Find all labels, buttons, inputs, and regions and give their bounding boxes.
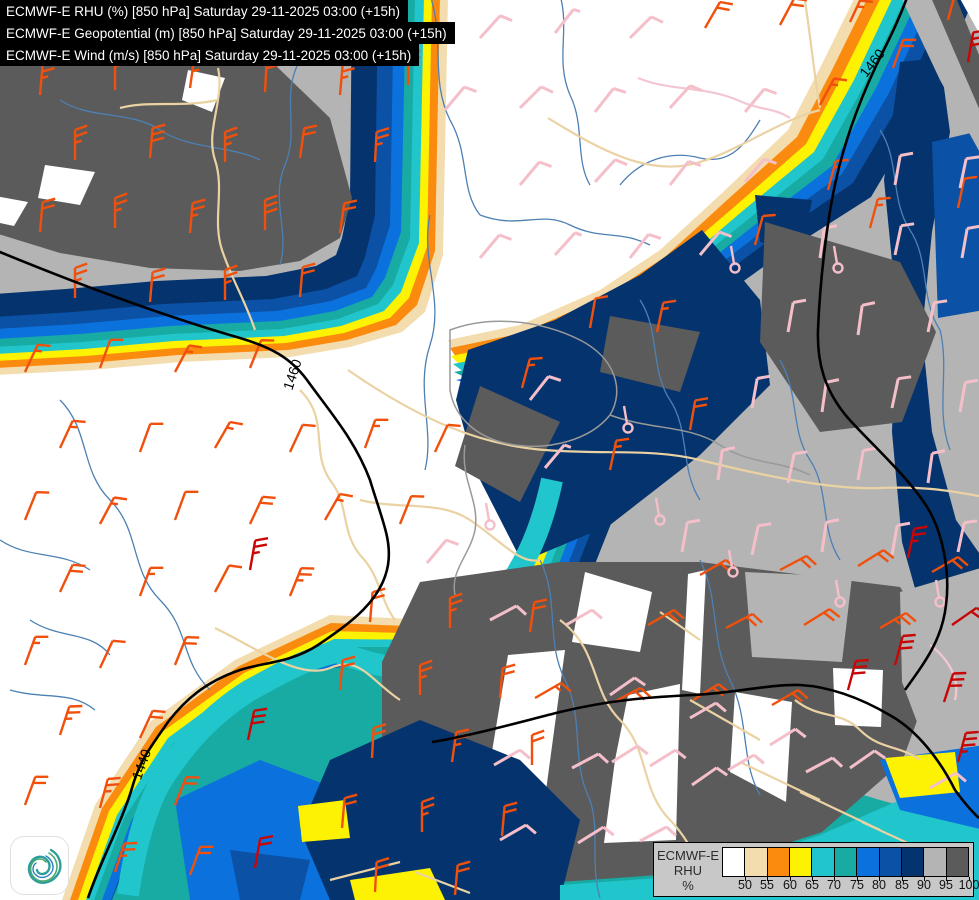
legend-swatch-95	[923, 847, 947, 877]
legend-tick-label-60: 60	[783, 878, 797, 892]
legend-swatch-60	[766, 847, 791, 877]
legend-swatch-row	[722, 847, 969, 877]
legend-swatch-70	[811, 847, 835, 877]
legend-swatch-75	[833, 847, 858, 877]
legend-tick-label-55: 55	[760, 878, 774, 892]
legend-model: ECMWF-E	[656, 848, 720, 863]
title-line-geopotential: ECMWF-E Geopotential (m) [850 hPa] Satur…	[0, 22, 455, 44]
legend-swatch-50	[722, 847, 746, 877]
legend-swatch-100	[945, 847, 969, 877]
legend-param: RHU	[673, 863, 703, 878]
legend-tick-label-95: 95	[939, 878, 953, 892]
legend-swatch-65	[789, 847, 813, 877]
legend-tick-label-75: 75	[850, 878, 864, 892]
legend-swatch-85	[878, 847, 902, 877]
legend-tick-label-70: 70	[827, 878, 841, 892]
legend-label: ECMWF-E RHU %	[654, 843, 722, 896]
title-line-wind: ECMWF-E Wind (m/s) [850 hPa] Saturday 29…	[0, 44, 420, 66]
app-logo	[11, 837, 68, 894]
rh-map-canvas: 146014401460	[0, 0, 979, 900]
legend-tick-label-65: 65	[805, 878, 819, 892]
legend-tick-label-85: 85	[895, 878, 909, 892]
legend-swatch-80	[856, 847, 880, 877]
legend-color-scale: 50 55 60 65 70 75 80 85 90 95 100	[722, 843, 979, 896]
legend-tick-label-80: 80	[872, 878, 886, 892]
legend-unit: %	[682, 878, 694, 893]
spiral-logo-icon	[27, 848, 62, 884]
legend-tick-label-100: 100	[958, 878, 979, 892]
legend-swatch-90	[900, 847, 925, 877]
legend-swatch-55	[744, 847, 768, 877]
title-line-rhu: ECMWF-E RHU (%) [850 hPa] Saturday 29-11…	[0, 0, 409, 22]
legend-tick-label-50: 50	[738, 878, 752, 892]
legend-tick-label-90: 90	[917, 878, 931, 892]
weather-map-screen: 1460 1440 1460 ECMWF-E RHU (%) [850 hPa] S…	[0, 0, 979, 900]
title-block: ECMWF-E RHU (%) [850 hPa] Saturday 29-11…	[0, 0, 455, 66]
legend-panel: ECMWF-E RHU % 50 55 60 65 70 75 80 85 90 95 100	[653, 842, 979, 897]
